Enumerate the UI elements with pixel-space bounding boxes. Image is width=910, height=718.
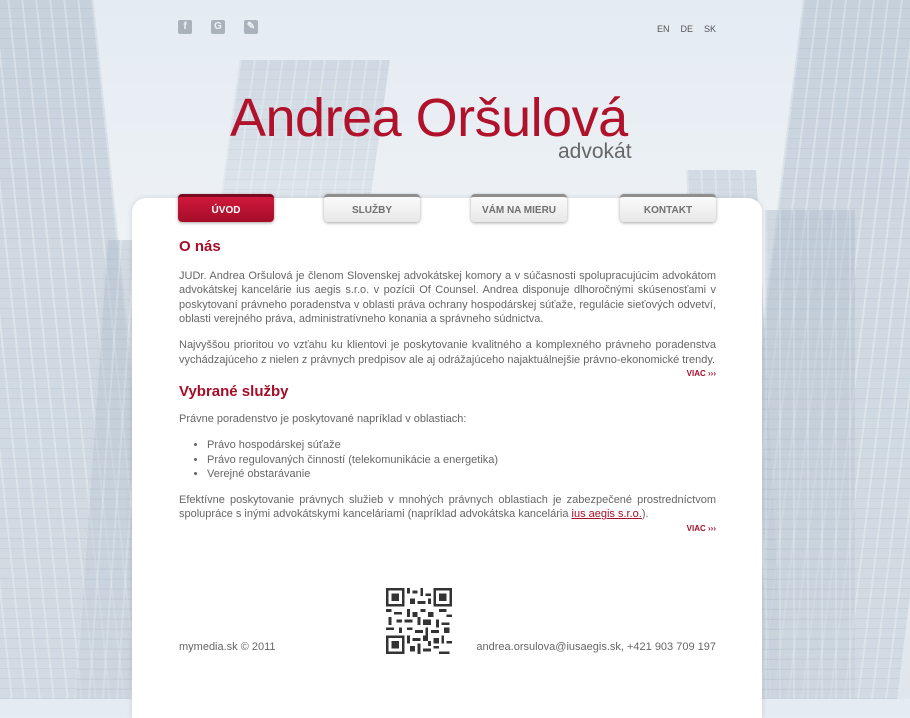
about-paragraph-1: JUDr. Andrea Oršulová je členom Slovensk… [179, 269, 716, 326]
services-intro: Právne poradenstvo je poskytované naprík… [179, 413, 467, 426]
tab-vam-na-mieru[interactable]: VÁM NA MIERU [471, 194, 567, 222]
language-switcher: EN DE SK [657, 24, 716, 34]
about-heading: O nás [179, 238, 221, 255]
logo-subtitle: advokát [558, 140, 632, 163]
footer-copyright[interactable]: mymedia.sk © 2011 [179, 641, 276, 653]
services-list: Právo hospodárskej súťaže Právo regulova… [179, 438, 716, 482]
qr-code-icon [386, 588, 452, 654]
lang-sk[interactable]: SK [704, 24, 716, 34]
list-item: Právo regulovaných činností (telekomunik… [207, 453, 716, 468]
lang-de[interactable]: DE [680, 24, 693, 34]
about-paragraph-2: Najvyššou prioritou vo vzťahu ku kliento… [179, 338, 716, 366]
google-plus-icon[interactable]: G [211, 20, 225, 34]
footer-contact: andrea.orsulova@iusaegis.sk, +421 903 70… [476, 641, 716, 653]
facebook-icon[interactable]: f [178, 20, 192, 34]
list-item: Právo hospodárskej súťaže [207, 438, 716, 453]
tab-uvod[interactable]: ÚVOD [178, 194, 274, 222]
tab-kontakt[interactable]: KONTAKT [620, 194, 716, 222]
tab-sluzby[interactable]: SLUŽBY [324, 194, 420, 222]
about-more-link[interactable]: VIAC ››› [179, 367, 716, 382]
services-text-end: ). [641, 508, 649, 521]
social-links: f G ✎ [178, 20, 258, 34]
lang-en[interactable]: EN [657, 24, 670, 34]
ius-aegis-link[interactable]: ius aegis s.r.o. [572, 508, 642, 520]
list-item: Verejné obstarávanie [207, 467, 716, 482]
site-logo[interactable]: Andrea Oršulová advokát [230, 88, 632, 163]
share-icon[interactable]: ✎ [244, 20, 258, 34]
main-content: O nás JUDr. Andrea Oršulová je členom Sl… [179, 238, 716, 537]
logo-name: Andrea Oršulová [230, 88, 628, 148]
services-more-link[interactable]: VIAC ››› [179, 522, 716, 537]
services-paragraph: Efektívne poskytovanie právnych služieb … [179, 493, 716, 522]
services-heading: Vybrané služby [179, 382, 289, 400]
